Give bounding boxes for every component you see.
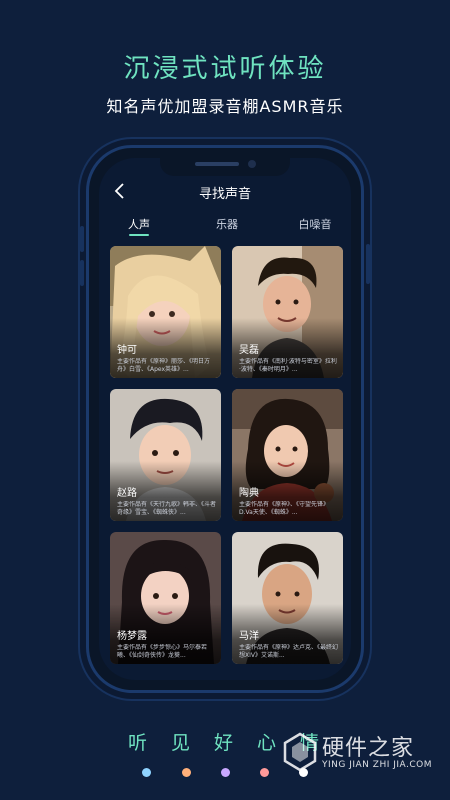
phone-screen: 寻找声音 人声 乐器 白噪音 钟可 主要作品有《原神》丽莎、《明日方舟》白雪、《…	[99, 158, 351, 680]
voice-card[interactable]: 杨梦露 主要作品有《步步惊心》马尔泰若曦、《仙剑奇侠传》龙葵...	[110, 532, 221, 664]
voice-name: 陶典	[239, 488, 259, 499]
page-dot[interactable]	[142, 768, 151, 777]
phone-frame: 寻找声音 人声 乐器 白噪音 钟可 主要作品有《原神》丽莎、《明日方舟》白雪、《…	[80, 145, 370, 693]
app-header: 寻找声音	[99, 178, 351, 208]
voice-description: 主要作品有《南利·波特与密室》拉利·波特、《秦时明月》...	[239, 358, 337, 373]
page-dot[interactable]	[221, 768, 230, 777]
promo-subline: 知名声优加盟录音棚ASMR音乐	[106, 97, 344, 116]
voice-description: 主要作品有《步步惊心》马尔泰若曦、《仙剑奇侠传》龙葵...	[117, 644, 208, 659]
slogan-char: 见	[171, 732, 191, 754]
page-dot[interactable]	[260, 768, 269, 777]
watermark-subtext: YING JIAN ZHI JIA.COM	[322, 760, 433, 770]
watermark-text: 硬件之家	[322, 736, 415, 761]
active-tab-indicator	[129, 234, 149, 236]
front-camera	[248, 160, 256, 168]
voice-card[interactable]: 钟可 主要作品有《原神》丽莎、《明日方舟》白雪、《Apex英雄》...	[110, 246, 221, 378]
hexagon-logo-icon	[283, 732, 317, 772]
category-tabs: 人声 乐器 白噪音	[99, 216, 351, 242]
voice-description: 主要作品有《原神》、《守望先锋》D.Va天使、《蜘蛛》...	[239, 501, 330, 516]
slogan-char: 好	[214, 732, 234, 754]
voice-name: 马洋	[239, 631, 259, 642]
tab-white-noise[interactable]: 白噪音	[285, 216, 345, 232]
voice-description: 主要作品有《原神》丽莎、《明日方舟》白雪、《Apex英雄》...	[117, 358, 211, 373]
voice-name: 吴磊	[239, 345, 259, 356]
voice-name: 杨梦露	[117, 631, 147, 642]
volume-down-button	[80, 260, 84, 286]
voice-name: 赵路	[117, 488, 137, 499]
speaker-grille	[195, 162, 239, 166]
page-dot[interactable]	[182, 768, 191, 777]
volume-up-button	[80, 226, 84, 252]
page-title: 寻找声音	[198, 187, 251, 202]
voice-name: 钟可	[117, 345, 137, 356]
voice-description: 主要作品有《原神》达卢克、《最终幻想XIV》艾诺斯...	[239, 644, 338, 659]
tab-label: 白噪音	[298, 218, 332, 231]
tab-label: 人声	[128, 218, 150, 231]
slogan-char: 听	[128, 732, 148, 754]
voice-card[interactable]: 吴磊 主要作品有《南利·波特与密室》拉利·波特、《秦时明月》...	[232, 246, 343, 378]
voice-description: 主要作品有《天行九歌》韩非、《斗者奇缘》雪宝、《蜘蛛侠》...	[117, 501, 216, 516]
voice-card[interactable]: 陶典 主要作品有《原神》、《守望先锋》D.Va天使、《蜘蛛》...	[232, 389, 343, 521]
voice-card[interactable]: 马洋 主要作品有《原神》达卢克、《最终幻想XIV》艾诺斯...	[232, 532, 343, 664]
tab-instrument[interactable]: 乐器	[197, 216, 257, 232]
power-button	[366, 244, 370, 284]
watermark: 硬件之家 YING JIAN ZHI JIA.COM	[282, 728, 442, 778]
voice-card[interactable]: 赵路 主要作品有《天行九歌》韩非、《斗者奇缘》雪宝、《蜘蛛侠》...	[110, 389, 221, 521]
phone-notch	[160, 158, 290, 176]
tab-voice[interactable]: 人声	[109, 216, 169, 236]
slogan-char: 心	[257, 732, 277, 754]
tab-label: 乐器	[216, 218, 238, 231]
promo-headline: 沉浸式试听体验	[123, 54, 327, 84]
